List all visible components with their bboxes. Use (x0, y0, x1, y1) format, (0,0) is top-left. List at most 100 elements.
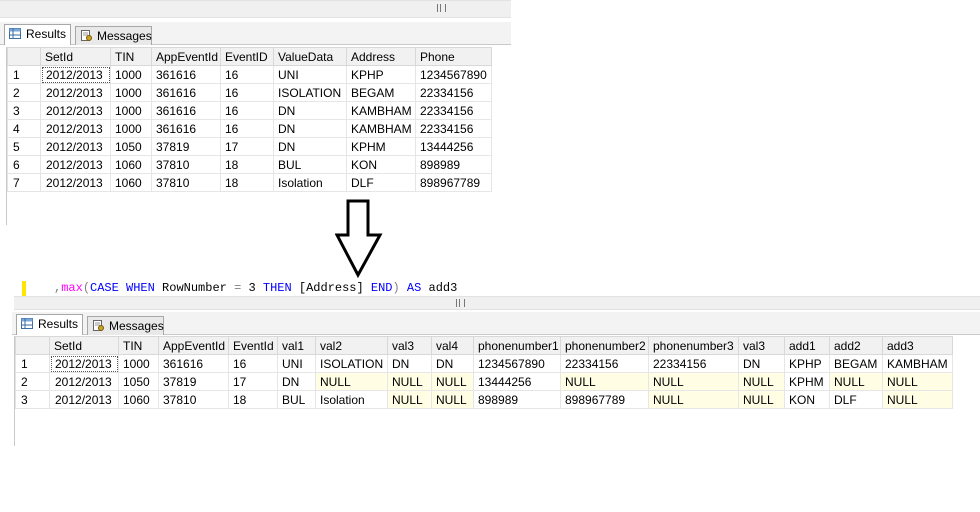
table-cell[interactable]: NULL (882, 372, 953, 391)
table-cell[interactable]: 2012/2013 (49, 354, 119, 373)
row-number[interactable]: 1 (15, 354, 50, 373)
row-number[interactable]: 6 (7, 155, 41, 174)
row-number[interactable]: 7 (7, 173, 41, 192)
table-cell[interactable]: 37810 (158, 390, 229, 409)
table-cell[interactable]: Isolation (273, 173, 347, 192)
table-cell[interactable]: 1060 (110, 155, 152, 174)
row-number[interactable]: 3 (7, 101, 41, 120)
table-cell[interactable]: DN (273, 119, 347, 138)
column-header[interactable]: SetId (40, 47, 111, 66)
table-cell[interactable]: DN (431, 354, 474, 373)
table-cell[interactable]: 2012/2013 (40, 83, 111, 102)
table-cell[interactable]: BEGAM (346, 83, 416, 102)
table-cell[interactable]: DN (738, 354, 785, 373)
table-cell[interactable]: 361616 (151, 119, 221, 138)
table-cell[interactable]: 1234567890 (473, 354, 561, 373)
table-cell[interactable]: 898967789 (560, 390, 649, 409)
table-cell[interactable]: KPHP (346, 65, 416, 84)
table-cell[interactable]: 16 (220, 83, 274, 102)
table-cell[interactable]: 2012/2013 (40, 173, 111, 192)
table-cell[interactable]: 361616 (151, 65, 221, 84)
table-row[interactable]: 6 2012/2013 1060 37810 18 BUL KON 898989 (7, 155, 492, 174)
column-header[interactable]: TIN (110, 47, 152, 66)
table-cell[interactable]: 37819 (151, 137, 221, 156)
table-cell[interactable]: KPHP (784, 354, 830, 373)
table-cell[interactable]: 17 (228, 372, 278, 391)
column-header[interactable]: val2 (315, 336, 388, 355)
table-cell[interactable]: DN (277, 372, 316, 391)
column-header[interactable]: val3 (738, 336, 785, 355)
bottom-horizontal-scrollbar[interactable] (14, 296, 980, 310)
table-cell[interactable]: UNI (273, 65, 347, 84)
table-cell[interactable]: NULL (560, 372, 649, 391)
top-horizontal-scrollbar[interactable] (0, 0, 511, 18)
table-cell[interactable]: 16 (220, 119, 274, 138)
table-cell[interactable]: 1050 (118, 372, 159, 391)
table-cell[interactable]: BUL (277, 390, 316, 409)
table-cell[interactable]: UNI (277, 354, 316, 373)
column-header[interactable]: phonenumber1 (473, 336, 561, 355)
table-cell[interactable]: KON (346, 155, 416, 174)
table-cell[interactable]: 898967789 (415, 173, 492, 192)
table-cell[interactable]: 1000 (110, 101, 152, 120)
table-cell[interactable]: 17 (220, 137, 274, 156)
table-cell[interactable]: 16 (220, 65, 274, 84)
table-cell[interactable]: 1000 (118, 354, 159, 373)
table-cell[interactable]: DN (273, 137, 347, 156)
column-header[interactable]: add3 (882, 336, 953, 355)
table-cell[interactable]: NULL (738, 390, 785, 409)
table-cell[interactable]: ISOLATION (273, 83, 347, 102)
table-cell[interactable]: 2012/2013 (40, 65, 111, 84)
column-header[interactable]: Phone (415, 47, 492, 66)
table-cell[interactable]: 2012/2013 (40, 137, 111, 156)
row-number[interactable]: 2 (15, 372, 50, 391)
table-cell[interactable]: Isolation (315, 390, 388, 409)
column-header[interactable]: val1 (277, 336, 316, 355)
table-row[interactable]: 4 2012/2013 1000 361616 16 DN KAMBHAM 22334156 (7, 119, 492, 138)
table-cell[interactable]: 18 (220, 155, 274, 174)
row-number[interactable]: 4 (7, 119, 41, 138)
scrollbar-grip[interactable] (437, 4, 446, 12)
row-number-header[interactable] (7, 47, 41, 66)
table-cell[interactable]: 22334156 (648, 354, 739, 373)
tab-results-bottom[interactable]: Results (16, 314, 83, 335)
table-cell[interactable]: NULL (738, 372, 785, 391)
table-cell[interactable]: 1000 (110, 119, 152, 138)
table-cell[interactable]: 361616 (158, 354, 229, 373)
table-cell[interactable]: 361616 (151, 83, 221, 102)
column-header[interactable]: val3 (387, 336, 432, 355)
row-number[interactable]: 1 (7, 65, 41, 84)
table-cell[interactable]: 2012/2013 (49, 390, 119, 409)
table-cell[interactable]: 898989 (415, 155, 492, 174)
table-cell[interactable]: 1234567890 (415, 65, 492, 84)
row-number[interactable]: 5 (7, 137, 41, 156)
table-cell[interactable]: KON (784, 390, 830, 409)
table-cell[interactable]: 1050 (110, 137, 152, 156)
table-cell[interactable]: KAMBHAM (346, 119, 416, 138)
table-cell[interactable]: NULL (829, 372, 883, 391)
table-cell[interactable]: KAMBHAM (882, 354, 953, 373)
table-cell[interactable]: 13444256 (473, 372, 561, 391)
column-header[interactable]: EventID (220, 47, 274, 66)
column-header[interactable]: AppEventId (151, 47, 221, 66)
table-cell[interactable]: 22334156 (415, 101, 492, 120)
table-cell[interactable]: 1060 (110, 173, 152, 192)
table-cell[interactable]: 898989 (473, 390, 561, 409)
table-cell[interactable]: NULL (882, 390, 953, 409)
column-header[interactable]: SetId (49, 336, 119, 355)
column-header[interactable]: EventId (228, 336, 278, 355)
table-cell[interactable]: 16 (220, 101, 274, 120)
column-header[interactable]: phonenumber2 (560, 336, 649, 355)
column-header[interactable]: TIN (118, 336, 159, 355)
tab-results-top[interactable]: Results (4, 24, 71, 45)
table-cell[interactable]: 1000 (110, 65, 152, 84)
table-cell[interactable]: 2012/2013 (40, 119, 111, 138)
tab-messages-bottom[interactable]: Messages (87, 316, 164, 335)
table-cell[interactable]: 361616 (151, 101, 221, 120)
table-cell[interactable]: 18 (220, 173, 274, 192)
table-row[interactable]: 5 2012/2013 1050 37819 17 DN KPHM 13444256 (7, 137, 492, 156)
table-cell[interactable]: 1060 (118, 390, 159, 409)
table-cell[interactable]: 37810 (151, 173, 221, 192)
table-cell[interactable]: 1000 (110, 83, 152, 102)
table-cell[interactable]: NULL (387, 372, 432, 391)
